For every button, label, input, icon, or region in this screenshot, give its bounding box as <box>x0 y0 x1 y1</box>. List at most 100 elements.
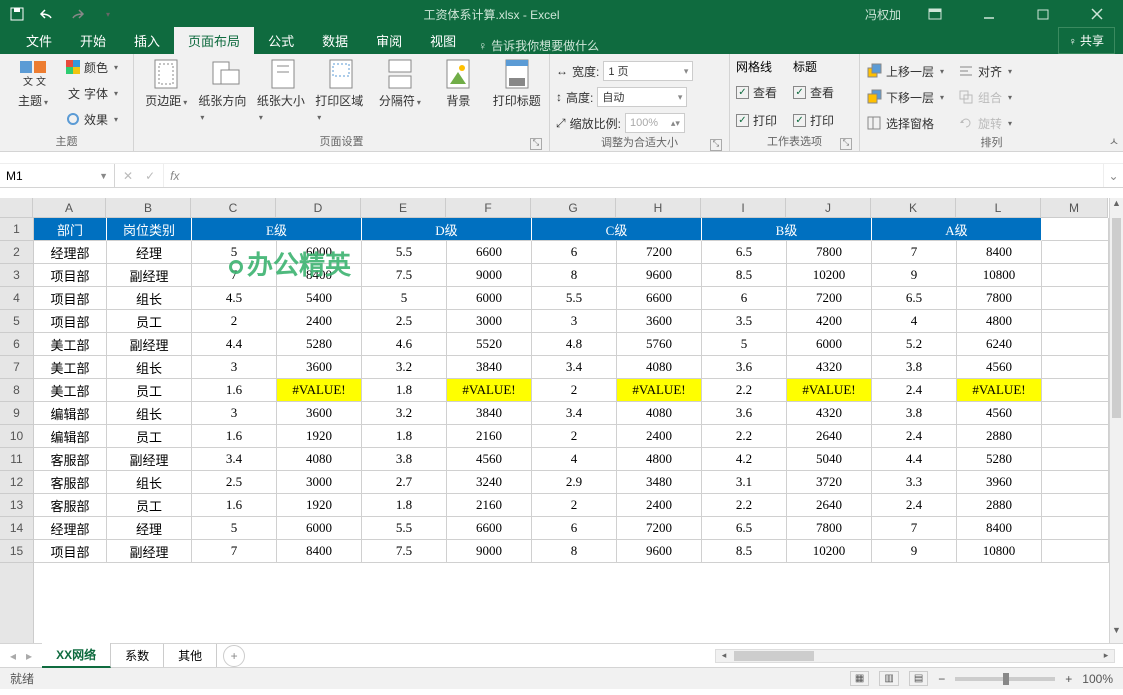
size-button[interactable]: 纸张大小 <box>257 56 309 123</box>
theme-effects-button[interactable]: 效果 <box>66 108 118 130</box>
themes-button[interactable]: 文文 主题 <box>6 56 60 109</box>
margins-icon <box>150 58 182 90</box>
bring-forward-button[interactable]: 上移一层 <box>866 60 944 82</box>
view-page-break-icon[interactable]: ▤ <box>909 671 928 686</box>
svg-text:文: 文 <box>23 75 33 88</box>
scale-width-field[interactable]: 1 页▾ <box>603 61 693 81</box>
view-normal-icon[interactable]: ▦ <box>850 671 869 686</box>
selection-pane-button[interactable]: 选择窗格 <box>866 112 944 134</box>
zoom-in-icon[interactable]: + <box>1065 672 1072 686</box>
theme-fonts-button[interactable]: 文字体 <box>66 82 118 104</box>
gridlines-print-check[interactable]: ✓打印 <box>736 109 777 131</box>
align-icon <box>958 63 974 79</box>
row-headers[interactable]: 123456789101112131415 <box>0 218 34 643</box>
align-button[interactable]: 对齐 <box>958 60 1012 82</box>
theme-colors-button[interactable]: 颜色 <box>66 56 118 78</box>
redo-icon[interactable] <box>66 3 88 25</box>
undo-icon[interactable] <box>36 3 58 25</box>
expand-formula-bar-icon[interactable]: ⌄ <box>1103 164 1123 187</box>
add-sheet-button[interactable]: + <box>223 645 245 667</box>
ribbon-options-icon[interactable] <box>915 0 955 28</box>
headings-print-check[interactable]: ✓打印 <box>793 109 834 131</box>
title-bar: 工资体系计算.xlsx - Excel 冯权加 <box>0 0 1123 28</box>
tab-home[interactable]: 开始 <box>66 27 120 54</box>
sheet-tab-1[interactable]: XX网络 <box>42 643 111 668</box>
share-button[interactable]: ♀ 共享 <box>1058 27 1115 54</box>
tab-data[interactable]: 数据 <box>308 27 362 54</box>
zoom-out-icon[interactable]: − <box>938 672 945 686</box>
minimize-icon[interactable] <box>969 0 1009 28</box>
scroll-right-icon[interactable]: ▸ <box>1098 650 1114 662</box>
group-page-setup-label: 页面设置⤡ <box>140 133 543 151</box>
grid-cells[interactable]: 办公精英 部门岗位类别E级D级C级B级A级经理部经理560005.5660067… <box>34 218 1109 643</box>
tab-review[interactable]: 审阅 <box>362 27 416 54</box>
sheet-nav-prev-icon[interactable]: ◂ <box>10 649 16 663</box>
background-icon <box>442 58 474 90</box>
column-headers[interactable]: ABCDEFGHIJKLM <box>33 198 1108 218</box>
print-area-button[interactable]: 打印区域 <box>315 56 367 123</box>
ribbon-tabs: 文件 开始 插入 页面布局 公式 数据 审阅 视图 ♀告诉我你想要做什么 ♀ 共… <box>0 28 1123 54</box>
vertical-scroll-thumb[interactable] <box>1112 218 1121 418</box>
sheet-nav-next-icon[interactable]: ▸ <box>26 649 32 663</box>
send-backward-icon <box>866 89 882 105</box>
tab-page-layout[interactable]: 页面布局 <box>174 27 254 54</box>
collapse-ribbon-icon[interactable]: ㅅ <box>1109 133 1119 149</box>
background-button[interactable]: 背景 <box>432 56 484 109</box>
scale-launcher-icon[interactable]: ⤡ <box>710 139 722 151</box>
scale-percent-field[interactable]: 100%▴▾ <box>625 113 685 133</box>
horizontal-scroll-thumb[interactable] <box>734 651 814 661</box>
group-sheet-options-label: 工作表选项⤡ <box>736 133 853 151</box>
close-icon[interactable] <box>1077 0 1117 28</box>
size-icon <box>267 58 299 90</box>
group-button[interactable]: 组合 <box>958 86 1012 108</box>
qat-customize-icon[interactable] <box>96 3 118 25</box>
page-setup-launcher-icon[interactable]: ⤡ <box>530 138 542 150</box>
formula-input[interactable] <box>192 164 1103 187</box>
zoom-slider[interactable] <box>955 677 1055 681</box>
orientation-button[interactable]: 纸张方向 <box>198 56 250 123</box>
effects-icon <box>66 112 80 126</box>
breaks-icon <box>384 58 416 90</box>
gridlines-label: 网格线 <box>736 58 777 75</box>
sheet-tab-2[interactable]: 系数 <box>111 644 164 667</box>
cancel-formula-icon[interactable]: ✕ <box>123 169 133 183</box>
scroll-up-icon[interactable]: ▲ <box>1110 198 1123 216</box>
height-icon: ↕ <box>556 90 562 104</box>
select-all-corner[interactable] <box>0 198 33 218</box>
print-titles-button[interactable]: 打印标题 <box>491 56 543 109</box>
save-icon[interactable] <box>6 3 28 25</box>
margins-button[interactable]: 页边距 <box>140 56 192 109</box>
scale-height-field[interactable]: 自动▾ <box>597 87 687 107</box>
rotate-icon <box>958 115 974 131</box>
print-titles-icon <box>501 58 533 90</box>
group-scale-label: 调整为合适大小⤡ <box>556 134 723 152</box>
headings-view-check[interactable]: ✓查看 <box>793 81 834 103</box>
ribbon: 文文 主题 颜色 文字体 效果 主题 页边距 纸张方向 纸张大小 打印区域 分隔… <box>0 54 1123 152</box>
sheet-options-launcher-icon[interactable]: ⤡ <box>840 138 852 150</box>
group-icon <box>958 89 974 105</box>
tell-me[interactable]: ♀告诉我你想要做什么 <box>478 37 599 54</box>
tab-insert[interactable]: 插入 <box>120 27 174 54</box>
rotate-button[interactable]: 旋转 <box>958 112 1012 134</box>
horizontal-scrollbar[interactable]: ◂ ▸ <box>715 649 1115 663</box>
tab-file[interactable]: 文件 <box>12 27 66 54</box>
enter-formula-icon[interactable]: ✓ <box>145 169 155 183</box>
vertical-scrollbar[interactable]: ▲ ▼ <box>1109 198 1123 643</box>
gridlines-view-check[interactable]: ✓查看 <box>736 81 777 103</box>
name-box[interactable]: M1▼ <box>0 164 115 187</box>
themes-icon: 文文 <box>17 58 49 90</box>
tab-formulas[interactable]: 公式 <box>254 27 308 54</box>
maximize-icon[interactable] <box>1023 0 1063 28</box>
scroll-left-icon[interactable]: ◂ <box>716 650 732 662</box>
fonts-icon: 文 <box>66 86 80 100</box>
fx-icon[interactable]: fx <box>164 164 192 187</box>
user-name: 冯权加 <box>865 6 901 23</box>
zoom-level[interactable]: 100% <box>1082 672 1113 686</box>
breaks-button[interactable]: 分隔符 <box>374 56 426 109</box>
view-page-layout-icon[interactable]: ▥ <box>879 671 898 686</box>
send-backward-button[interactable]: 下移一层 <box>866 86 944 108</box>
print-area-icon <box>325 58 357 90</box>
scroll-down-icon[interactable]: ▼ <box>1110 625 1123 643</box>
tab-view[interactable]: 视图 <box>416 27 470 54</box>
sheet-tab-3[interactable]: 其他 <box>164 644 217 667</box>
